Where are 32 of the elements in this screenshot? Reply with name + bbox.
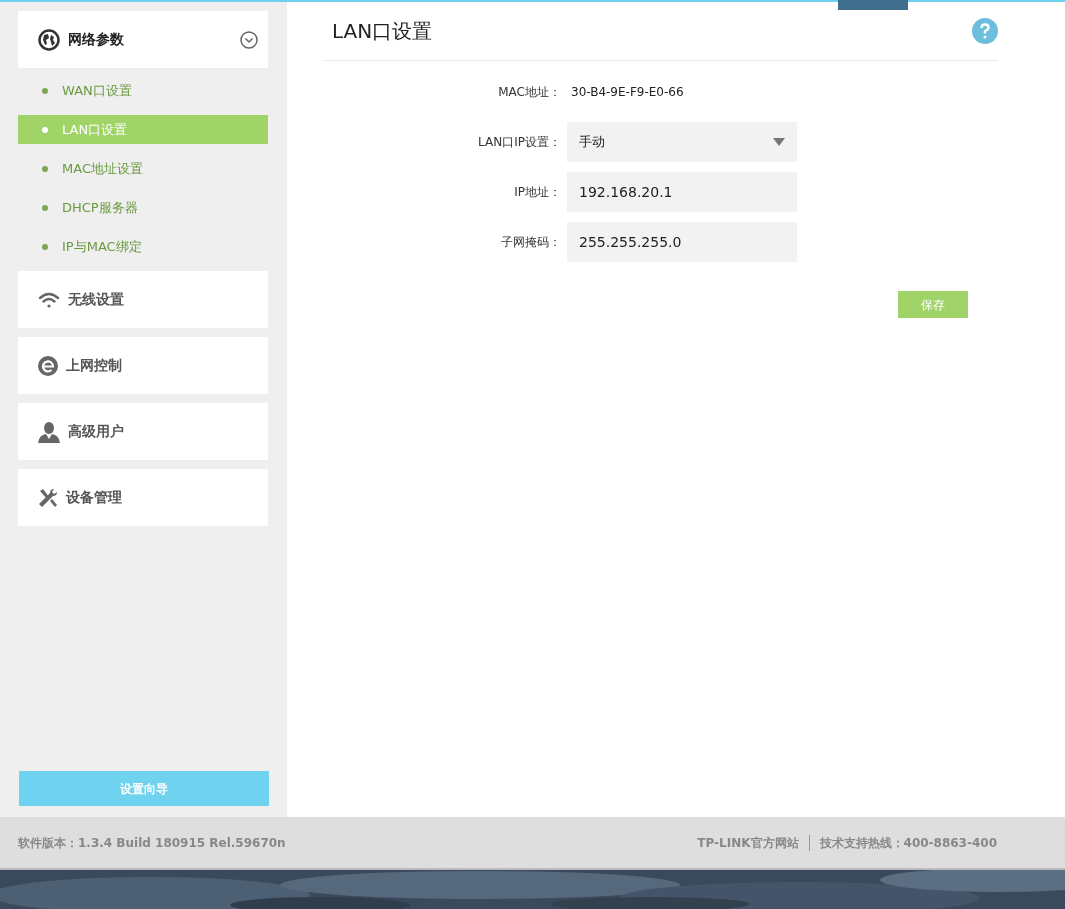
- tools-icon: [38, 487, 58, 508]
- input-field[interactable]: 192.168.20.1: [567, 172, 797, 212]
- menu-group[interactable]: 网络参数: [18, 11, 268, 68]
- submenu-item[interactable]: IP与MAC绑定: [18, 232, 268, 261]
- menu-group[interactable]: 高级用户: [18, 403, 268, 460]
- wizard-button[interactable]: 设置向导: [19, 771, 269, 806]
- chevron-icon[interactable]: [240, 30, 258, 49]
- version-text: 软件版本：1.3.4 Build 180915 Rel.59670n: [18, 834, 286, 852]
- submenu-item[interactable]: WAN口设置: [18, 76, 268, 105]
- save-button[interactable]: 保存: [898, 291, 968, 318]
- submenu-item[interactable]: LAN口设置: [18, 115, 268, 144]
- menu-group[interactable]: 上网控制: [18, 337, 268, 394]
- field-label: MAC地址：: [497, 84, 562, 101]
- field-label: 子网掩码：: [500, 234, 562, 251]
- field-label: IP地址：: [513, 184, 562, 201]
- field-label: LAN口IP设置：: [477, 134, 562, 151]
- footer-link[interactable]: 技术支持热线：400-8863-400: [819, 833, 997, 852]
- input-field[interactable]: 255.255.255.0: [567, 222, 797, 262]
- submenu-item[interactable]: DHCP服务器: [18, 193, 268, 222]
- user-icon: [38, 420, 60, 443]
- help-icon[interactable]: [972, 18, 998, 44]
- dropdown-arrow-icon: [773, 138, 785, 146]
- globe-icon: [38, 28, 60, 51]
- e-icon: [38, 355, 58, 376]
- menu-group[interactable]: 设备管理: [18, 469, 268, 526]
- menu-group[interactable]: 无线设置: [18, 271, 268, 328]
- select-field[interactable]: 手动: [567, 122, 797, 162]
- footer-link[interactable]: TP-LINK官方网站: [697, 833, 799, 852]
- submenu-item[interactable]: MAC地址设置: [18, 154, 268, 183]
- page-title: LAN口设置: [332, 19, 433, 43]
- mac-value: 30-B4-9E-F9-E0-66: [570, 84, 685, 101]
- wifi-icon: [38, 290, 60, 309]
